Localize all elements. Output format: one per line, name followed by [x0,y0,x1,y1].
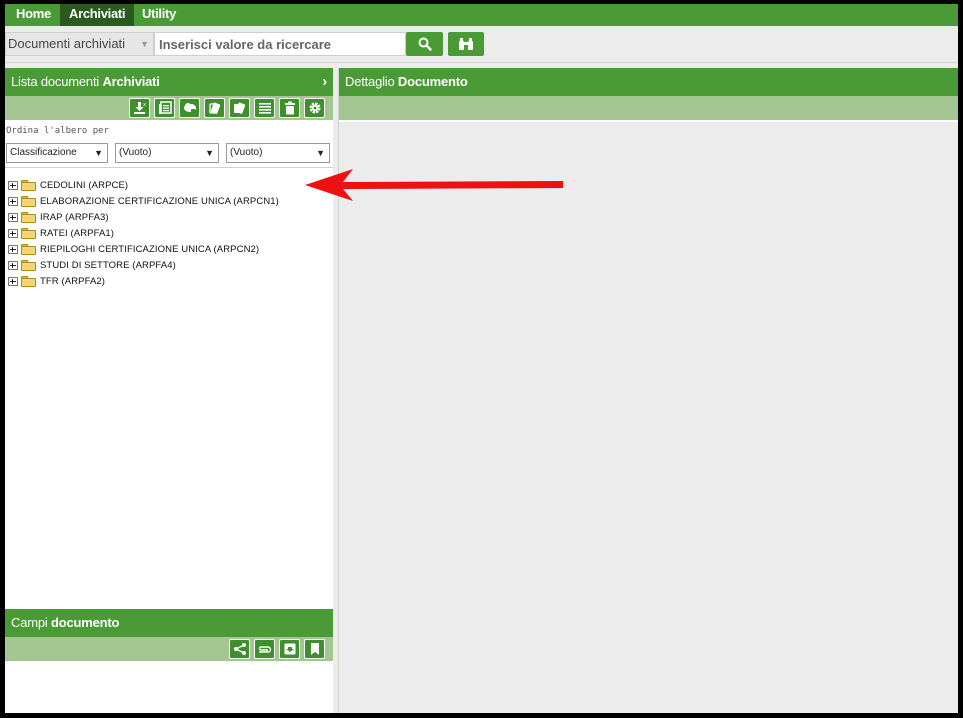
search-button[interactable] [406,32,443,56]
top-nav: Home Archiviati Utility [5,4,958,26]
folder-icon [21,259,36,271]
export-cards-icon [208,102,220,114]
download-icon: x [133,102,146,114]
save-button[interactable] [279,639,300,659]
tree-item-label: CEDOLINI (ARPCE) [40,179,129,191]
document-fields-title-bold: documento [50,615,120,630]
tab-utility[interactable]: Utility [133,4,185,26]
cards-icon [233,102,245,114]
folder-icon [21,195,36,207]
bookmark-icon [310,643,319,655]
sort-select-3-value: (Vuoto) [230,147,263,158]
share-icon [233,643,246,655]
sort-select-2[interactable]: (Vuoto) ▼ [115,143,219,163]
folder-icon [21,243,36,255]
expand-icon[interactable] [8,260,18,270]
tree-item[interactable]: RIEPILOGHI CERTIFICAZIONE UNICA (ARPCN2) [8,241,279,257]
red-arrow-annotation [305,169,563,201]
tab-archiviati[interactable]: Archiviati [60,4,135,26]
cloud-button[interactable] [179,98,200,118]
tab-home[interactable]: Home [7,4,60,26]
delete-button[interactable] [279,98,300,118]
app-window: Home Archiviati Utility Documenti archiv… [5,4,958,713]
document-fields-title-prefix: Campi [11,615,51,630]
trash-icon [284,101,295,115]
sort-select-1-value: Classificazione [10,147,77,158]
documents-list-panel: Lista documenti Archiviati › x Ordina l'… [5,68,333,713]
advanced-search-button[interactable] [448,32,484,56]
divider [5,167,333,168]
expand-icon[interactable] [8,212,18,222]
document-fields-toolbar [5,637,333,661]
expand-icon[interactable] [8,180,18,190]
documents-toolbar: x [5,96,333,120]
tree-item[interactable]: STUDI DI SETTORE (ARPFA4) [8,257,279,273]
expand-icon[interactable] [8,196,18,206]
documents-list-title-bold: Archiviati [102,74,160,89]
folder-icon [21,179,36,191]
binoculars-icon [459,38,473,50]
tree-item-label: RATEI (ARPFA1) [40,227,115,239]
document-tree: CEDOLINI (ARPCE) ELABORAZIONE CERTIFICAZ… [8,177,279,289]
list-doc-icon [158,101,172,114]
gear-icon [309,102,320,114]
svg-text:x: x [143,102,146,108]
chevron-down-icon: ▼ [316,148,325,158]
sort-select-3[interactable]: (Vuoto) ▼ [226,143,330,163]
tree-item-label: IRAP (ARPFA3) [40,211,109,223]
search-input[interactable] [154,32,406,56]
tree-item[interactable]: RATEI (ARPFA1) [8,225,279,241]
tree-item-label: ELABORAZIONE CERTIFICAZIONE UNICA (ARPCN… [40,195,279,207]
sort-select-1[interactable]: Classificazione ▼ [6,143,108,163]
magnifier-icon [418,37,432,51]
tree-item[interactable]: IRAP (ARPFA3) [8,209,279,225]
document-detail-header: Dettaglio Documento [339,68,958,96]
documents-list-title-prefix: Lista documenti [11,74,103,89]
document-detail-title-bold: Documento [397,74,468,89]
expand-icon[interactable] [8,276,18,286]
chevron-right-icon[interactable]: › [322,68,327,96]
chevron-down-icon: ▼ [94,148,103,158]
sort-tree-label: Ordina l'albero per [6,126,109,136]
expand-icon[interactable] [8,228,18,238]
tree-item-label: STUDI DI SETTORE (ARPFA4) [40,259,176,271]
export-cards-button[interactable] [204,98,225,118]
document-detail-toolbar [339,96,958,120]
document-fields-header: Campi documento [5,609,333,637]
tree-item-label: RIEPILOGHI CERTIFICAZIONE UNICA (ARPCN2) [40,243,260,255]
tree-item-label: TFR (ARPFA2) [40,275,106,287]
download-button[interactable]: x [129,98,150,118]
save-icon [284,643,295,655]
search-scope-select[interactable]: Documenti archiviati ▼ [5,32,154,56]
bookmark-button[interactable] [304,639,325,659]
cloud-icon [183,103,196,112]
tree-item[interactable]: TFR (ARPFA2) [8,273,279,289]
document-detail-panel: Dettaglio Documento [339,68,958,713]
cards-button[interactable] [229,98,250,118]
chevron-down-icon: ▼ [140,39,149,49]
document-detail-title-prefix: Dettaglio [345,74,398,89]
divider [339,120,958,122]
folder-icon [21,227,36,239]
attach-button[interactable] [254,639,275,659]
folder-icon [21,211,36,223]
chevron-down-icon: ▼ [205,148,214,158]
share-button[interactable] [229,639,250,659]
tree-item[interactable]: CEDOLINI (ARPCE) [8,177,279,193]
paperclip-icon [258,646,271,653]
folder-icon [21,275,36,287]
tree-item[interactable]: ELABORAZIONE CERTIFICAZIONE UNICA (ARPCN… [8,193,279,209]
expand-icon[interactable] [8,244,18,254]
sort-select-2-value: (Vuoto) [119,147,152,158]
lines-button[interactable] [254,98,275,118]
document-list-button[interactable] [154,98,175,118]
search-scope-value: Documenti archiviati [8,36,126,51]
lines-icon [258,103,271,114]
documents-list-header: Lista documenti Archiviati › [5,68,333,96]
search-bar: Documenti archiviati ▼ [5,26,958,63]
settings-button[interactable] [304,98,325,118]
